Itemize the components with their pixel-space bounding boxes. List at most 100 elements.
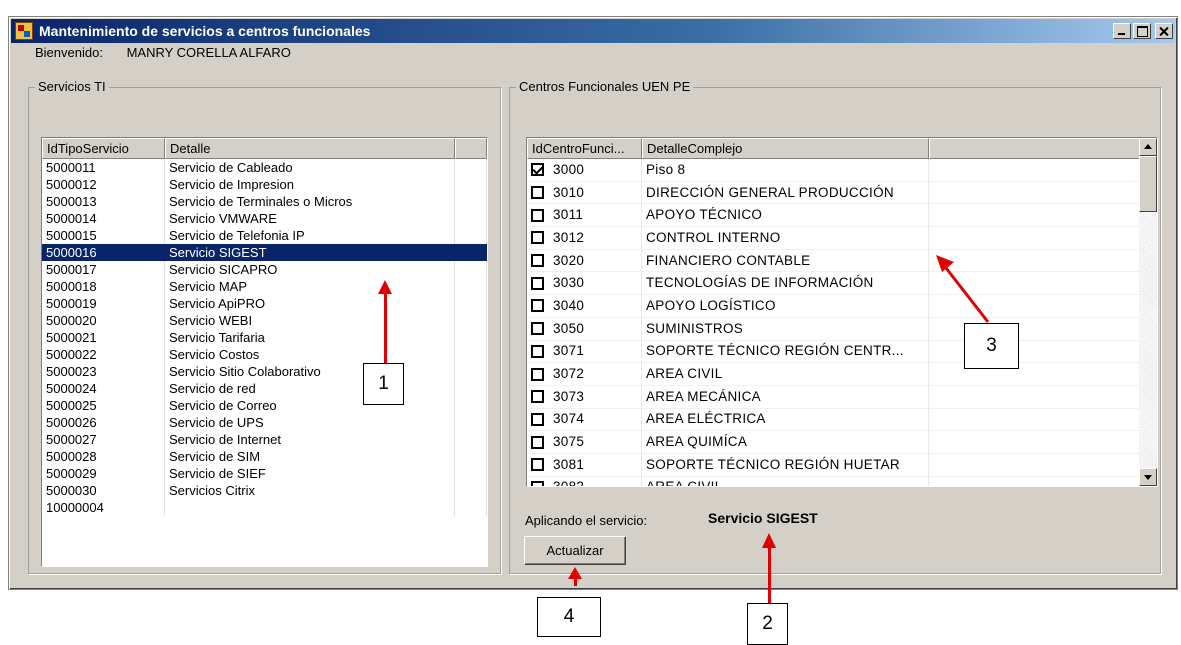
checkbox-checked-icon[interactable] [531, 163, 544, 177]
checkbox-icon[interactable] [531, 390, 544, 404]
center-id-cell[interactable]: 3020 [527, 249, 642, 273]
center-id-cell[interactable]: 3012 [527, 227, 642, 250]
center-id-cell[interactable]: 3073 [527, 385, 642, 409]
service-id-cell[interactable]: 5000025 [42, 397, 165, 414]
service-detail-cell[interactable]: Servicio de Terminales o Micros [165, 193, 455, 210]
service-id-cell[interactable]: 5000022 [42, 346, 165, 363]
centers-vertical-scrollbar[interactable] [1139, 138, 1157, 486]
center-detail-cell[interactable]: AREA ELÉCTRICA [642, 408, 929, 432]
service-detail-cell[interactable]: Servicio SICAPRO [165, 261, 455, 278]
center-id-cell[interactable]: 3082 [527, 476, 642, 486]
center-row[interactable]: 3072 AREA CIVIL [527, 363, 1157, 386]
center-detail-cell[interactable]: APOYO TÉCNICO [642, 204, 929, 228]
service-detail-cell[interactable]: Servicio de SIEF [165, 465, 455, 482]
center-id-cell[interactable]: 3030 [527, 272, 642, 296]
service-id-cell[interactable]: 5000030 [42, 482, 165, 499]
center-row[interactable]: 3020 FINANCIERO CONTABLE [527, 249, 1157, 273]
service-row[interactable]: 5000013 Servicio de Terminales o Micros [42, 193, 487, 210]
service-detail-cell[interactable]: Servicio de red [165, 380, 455, 397]
checkbox-icon[interactable] [531, 231, 544, 245]
checkbox-icon[interactable] [531, 367, 544, 381]
service-row[interactable]: 5000023 Servicio Sitio Colaborativo [42, 363, 487, 380]
center-detail-cell[interactable]: AREA CIVIL [642, 476, 929, 486]
service-row[interactable]: 5000027 Servicio de Internet [42, 431, 487, 448]
checkbox-icon[interactable] [531, 344, 544, 358]
service-row[interactable]: 5000017 Servicio SICAPRO [42, 261, 487, 278]
service-row[interactable]: 5000016 Servicio SIGEST [42, 244, 487, 261]
maximize-button[interactable] [1133, 23, 1151, 39]
service-id-cell[interactable]: 5000014 [42, 210, 165, 227]
service-id-cell[interactable]: 5000023 [42, 363, 165, 380]
service-detail-cell[interactable]: Servicio de Internet [165, 431, 455, 448]
center-id-cell[interactable]: 3075 [527, 431, 642, 454]
center-row[interactable]: 3075 AREA QUIMÍCA [527, 431, 1157, 454]
service-detail-cell[interactable]: Servicio de Impresion [165, 176, 455, 193]
checkbox-icon[interactable] [531, 276, 544, 290]
checkbox-icon[interactable] [531, 186, 544, 200]
update-button[interactable]: Actualizar [524, 536, 626, 565]
center-detail-cell[interactable]: Piso 8 [642, 159, 929, 182]
service-row[interactable]: 5000020 Servicio WEBI [42, 312, 487, 329]
center-id-cell[interactable]: 3071 [527, 340, 642, 364]
service-row[interactable]: 5000014 Servicio VMWARE [42, 210, 487, 227]
service-row[interactable]: 5000021 Servicio Tarifaria [42, 329, 487, 346]
center-detail-cell[interactable]: CONTROL INTERNO [642, 227, 929, 250]
center-detail-cell[interactable]: SUMINISTROS [642, 317, 929, 341]
service-detail-cell[interactable]: Servicio de Correo [165, 397, 455, 414]
center-row[interactable]: 3050 SUMINISTROS [527, 317, 1157, 341]
center-row[interactable]: 3073 AREA MECÁNICA [527, 385, 1157, 409]
checkbox-icon[interactable] [531, 208, 544, 222]
service-id-cell[interactable]: 5000018 [42, 278, 165, 295]
service-id-cell[interactable]: 5000021 [42, 329, 165, 346]
service-detail-cell[interactable]: Servicios Citrix [165, 482, 455, 499]
service-id-cell[interactable]: 5000011 [42, 159, 165, 176]
services-grid[interactable]: IdTipoServicio Detalle 5000011 Servicio d… [41, 137, 488, 567]
service-id-cell[interactable]: 5000026 [42, 414, 165, 431]
checkbox-icon[interactable] [531, 412, 544, 426]
center-detail-cell[interactable]: AREA CIVIL [642, 363, 929, 386]
center-detail-cell[interactable]: AREA MECÁNICA [642, 385, 929, 409]
service-row[interactable]: 5000028 Servicio de SIM [42, 448, 487, 465]
center-id-cell[interactable]: 3072 [527, 363, 642, 386]
service-detail-cell[interactable]: Servicio Tarifaria [165, 329, 455, 346]
center-row[interactable]: 3010 DIRECCIÓN GENERAL PRODUCCIÓN [527, 181, 1157, 205]
service-id-cell[interactable]: 5000012 [42, 176, 165, 193]
center-row[interactable]: 3011 APOYO TÉCNICO [527, 204, 1157, 228]
center-detail-cell[interactable]: DIRECCIÓN GENERAL PRODUCCIÓN [642, 181, 929, 205]
service-row[interactable]: 5000030 Servicios Citrix [42, 482, 487, 499]
scroll-thumb[interactable] [1139, 156, 1157, 212]
service-id-cell[interactable]: 10000004 [42, 499, 165, 516]
center-row[interactable]: 3040 APOYO LOGÍSTICO [527, 295, 1157, 318]
service-detail-cell[interactable]: Servicio VMWARE [165, 210, 455, 227]
service-id-cell[interactable]: 5000015 [42, 227, 165, 244]
checkbox-icon[interactable] [531, 435, 544, 449]
center-id-cell[interactable]: 3074 [527, 408, 642, 432]
service-row[interactable]: 5000029 Servicio de SIEF [42, 465, 487, 482]
title-bar[interactable]: Mantenimiento de servicios a centros fun… [11, 19, 1175, 43]
service-detail-cell[interactable]: Servicio de Cableado [165, 159, 455, 176]
center-row[interactable]: 3000 Piso 8 [527, 159, 1157, 182]
scroll-up-icon[interactable] [1139, 138, 1157, 156]
service-row[interactable]: 5000026 Servicio de UPS [42, 414, 487, 431]
center-id-cell[interactable]: 3000 [527, 159, 642, 182]
service-row[interactable]: 5000025 Servicio de Correo [42, 397, 487, 414]
center-row[interactable]: 3012 CONTROL INTERNO [527, 227, 1157, 250]
center-id-cell[interactable]: 3011 [527, 204, 642, 228]
center-id-cell[interactable]: 3050 [527, 317, 642, 341]
center-id-cell[interactable]: 3081 [527, 453, 642, 477]
service-row[interactable]: 5000015 Servicio de Telefonia IP [42, 227, 487, 244]
service-detail-cell[interactable]: Servicio Sitio Colaborativo [165, 363, 455, 380]
center-row[interactable]: 3030 TECNOLOGÍAS DE INFORMACIÓN [527, 272, 1157, 296]
column-header-idtiposervicio[interactable]: IdTipoServicio [42, 138, 165, 159]
service-row[interactable]: 5000011 Servicio de Cableado [42, 159, 487, 176]
center-id-cell[interactable]: 3040 [527, 295, 642, 318]
service-row[interactable]: 5000019 Servicio ApiPRO [42, 295, 487, 312]
checkbox-icon[interactable] [531, 254, 544, 268]
scroll-down-icon[interactable] [1139, 468, 1157, 486]
checkbox-icon[interactable] [531, 458, 544, 472]
service-id-cell[interactable]: 5000019 [42, 295, 165, 312]
center-row[interactable]: 3074 AREA ELÉCTRICA [527, 408, 1157, 432]
service-row[interactable]: 5000024 Servicio de red [42, 380, 487, 397]
checkbox-icon[interactable] [531, 480, 544, 486]
service-detail-cell[interactable]: Servicio de SIM [165, 448, 455, 465]
